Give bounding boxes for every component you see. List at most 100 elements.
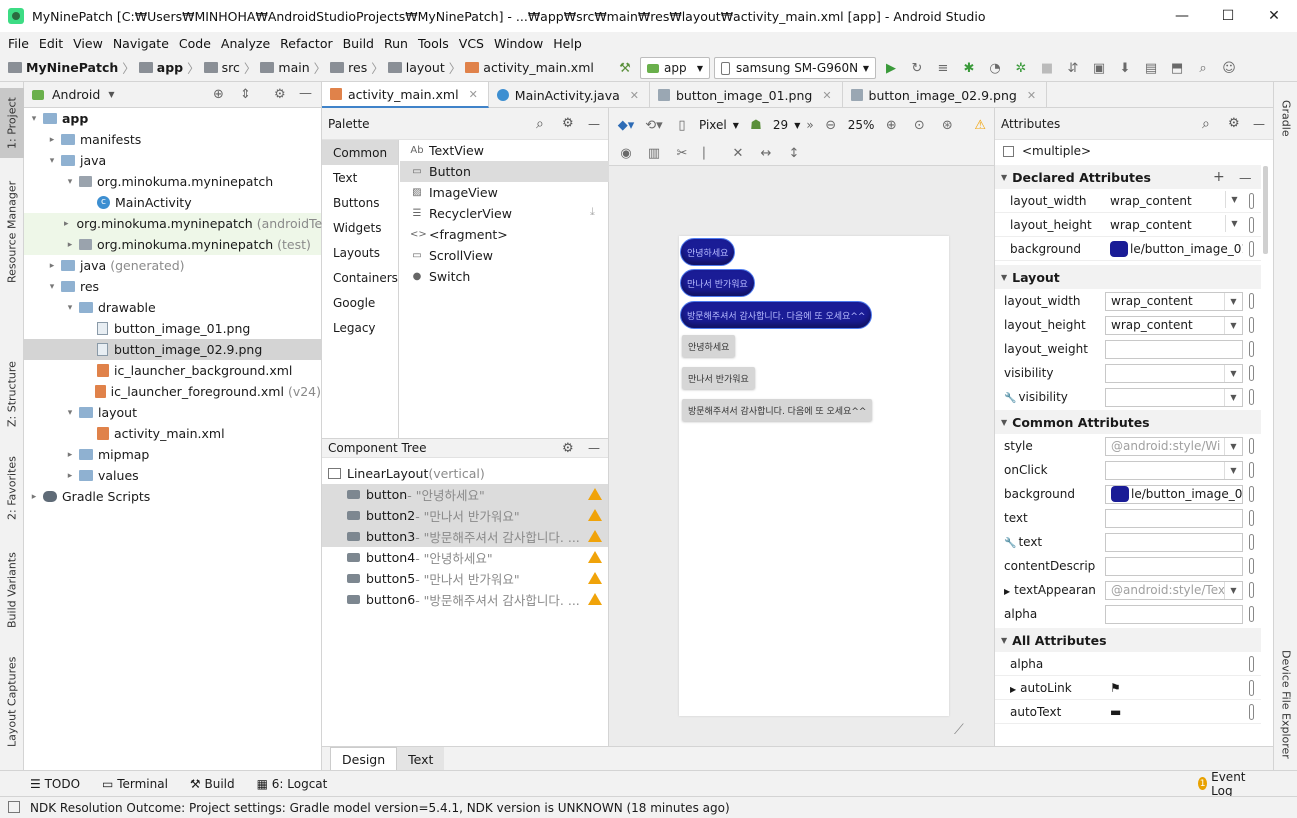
tree-item-button-image-02-9-png[interactable]: button_image_02.9.png (24, 339, 321, 360)
attr-value-field[interactable]: ▬ (1105, 702, 1243, 721)
palette-item-textview[interactable]: Ab TextView (400, 140, 609, 161)
tree-node-button5[interactable]: button5- "만나서 반가워요" (322, 568, 608, 589)
palette-category-widgets[interactable]: Widgets (322, 215, 398, 240)
resource-picker-icon[interactable] (1249, 317, 1254, 333)
breadcrumb-layout[interactable]: layout 〉 (387, 58, 461, 77)
hide-icon[interactable]: — (1253, 117, 1265, 131)
close-icon[interactable]: ✕ (1027, 89, 1036, 102)
device-icon[interactable]: ▯ (671, 114, 693, 136)
resource-picker-icon[interactable] (1249, 462, 1254, 478)
chevron-down-icon[interactable]: ▼ (1224, 292, 1242, 310)
tab-design[interactable]: Design (330, 747, 398, 771)
attr-value-field[interactable]: wrap_content ▼ (1105, 291, 1243, 311)
resource-picker-icon[interactable] (1249, 438, 1254, 454)
tree-item-layout[interactable]: ▾ layout (24, 402, 321, 423)
palette-category-text[interactable]: Text (322, 165, 398, 190)
section-layout[interactable]: ▼ Layout (995, 265, 1261, 289)
tree-root-linearlayout[interactable]: LinearLayout (vertical) (322, 463, 608, 484)
favorites-tab[interactable]: 2: Favorites (0, 448, 24, 528)
chevron-down-icon[interactable]: ▼ (1225, 215, 1243, 232)
preview-button-5[interactable]: 만나서 반가워요 (682, 367, 755, 389)
section-common-attributes[interactable]: ▼ Common Attributes (995, 410, 1261, 434)
menu-help[interactable]: Help (548, 36, 587, 51)
preview-button-6[interactable]: 방문해주셔서 감사합니다. 다음에 또 오세요^^ (682, 399, 873, 421)
event-log-tab[interactable]: 1 Event Log (1198, 770, 1275, 798)
hide-icon[interactable]: — (588, 441, 600, 455)
breadcrumb-main[interactable]: main 〉 (260, 58, 326, 77)
stop-icon[interactable]: ■ (1036, 57, 1058, 79)
palette-category-containers[interactable]: Containers (322, 265, 398, 290)
resource-picker-icon[interactable] (1249, 293, 1254, 309)
palette-item-fragment[interactable]: <> <fragment> (400, 224, 609, 245)
api-level-select[interactable]: 29 (773, 118, 788, 132)
hide-icon[interactable]: — (299, 86, 312, 101)
menu-window[interactable]: Window (489, 36, 548, 51)
chevron-down-icon[interactable]: ▼ (1224, 581, 1242, 599)
attr-value-field[interactable]: le/button_image_01 (1105, 239, 1243, 258)
close-icon[interactable]: ✕ (822, 89, 831, 102)
debug-icon[interactable]: ✱ (958, 57, 980, 79)
attr-value-field[interactable]: ▼ (1105, 460, 1243, 480)
chevron-down-icon[interactable]: ▼ (108, 90, 114, 99)
warning-icon[interactable]: ⚠ (974, 118, 986, 133)
attr-value-field[interactable]: wrap_content ▼ (1105, 315, 1243, 335)
menu-file[interactable]: File (3, 36, 34, 51)
gradle-tab[interactable]: Gradle (1274, 88, 1297, 148)
menu-view[interactable]: View (68, 36, 108, 51)
attr-value-field[interactable] (1105, 556, 1243, 576)
tree-item-values[interactable]: ▸ values (24, 465, 321, 486)
chevron-down-icon[interactable]: ▼ (1224, 437, 1242, 455)
collapse-arrow-icon[interactable]: ▸ (64, 240, 76, 250)
menu-vcs[interactable]: VCS (454, 36, 489, 51)
breadcrumb-myninepatch[interactable]: MyNinePatch 〉 (8, 58, 135, 77)
tree-node-button4[interactable]: button4- "안녕하세요" (322, 547, 608, 568)
attr-value-field[interactable]: wrap_content ▼ (1105, 215, 1243, 234)
tree-item-activity-main-xml[interactable]: activity_main.xml (24, 423, 321, 444)
tree-item-gradle-scripts[interactable]: ▸ Gradle Scripts (24, 486, 321, 507)
chevron-down-icon[interactable]: ▼ (1224, 364, 1242, 382)
download-icon[interactable]: ⤓ (590, 205, 595, 219)
warning-icon[interactable] (588, 572, 602, 584)
gear-icon[interactable]: ⚙ (1228, 116, 1240, 131)
collapse-arrow-icon[interactable]: ▼ (1001, 273, 1007, 282)
preview-button-2[interactable]: 만나서 반가워요 (680, 269, 755, 297)
expand-arrow-icon[interactable]: ▾ (64, 303, 76, 313)
tree-item-ic-launcher-foreground-xml[interactable]: ic_launcher_foreground.xml (v24) (24, 381, 321, 402)
account-icon[interactable]: ☺ (1218, 57, 1240, 79)
clear-constraints-icon[interactable]: ✕ (727, 142, 749, 164)
breadcrumb-src[interactable]: src 〉 (203, 58, 256, 77)
overflow-icon[interactable]: » (806, 118, 813, 132)
tab-mainactivity-java[interactable]: MainActivity.java ✕ (489, 82, 650, 108)
logcat-tab[interactable]: ▦ 6: Logcat (257, 777, 328, 791)
expand-arrow-icon[interactable]: ▾ (64, 408, 76, 418)
resource-picker-icon[interactable] (1249, 534, 1254, 550)
warning-icon[interactable] (588, 509, 602, 521)
attr-value-field[interactable] (1105, 604, 1243, 624)
preview-button-4[interactable]: 안녕하세요 (682, 335, 736, 357)
close-icon[interactable]: ✕ (630, 89, 639, 102)
breadcrumb-app[interactable]: app 〉 (138, 58, 200, 77)
resize-handle-icon[interactable]: ⟋ (954, 722, 972, 740)
collapse-arrow-icon[interactable]: ▸ (64, 471, 76, 481)
resource-picker-icon[interactable] (1249, 606, 1254, 622)
palette-category-google[interactable]: Google (322, 290, 398, 315)
menu-tools[interactable]: Tools (413, 36, 454, 51)
remove-icon[interactable]: — (1239, 170, 1252, 185)
palette-category-legacy[interactable]: Legacy (322, 315, 398, 340)
tree-item-drawable[interactable]: ▾ drawable (24, 297, 321, 318)
tab-button-image-01-png[interactable]: button_image_01.png ✕ (650, 82, 843, 108)
default-margins-icon[interactable]: ⎸ (699, 142, 721, 164)
todo-tab[interactable]: ☰ TODO (30, 777, 80, 791)
attach-debugger-icon[interactable]: ✲ (1010, 57, 1032, 79)
collapse-arrow-icon[interactable]: ▸ (46, 261, 58, 271)
warning-icon[interactable] (588, 488, 602, 500)
expand-arrow-icon[interactable]: ▾ (46, 156, 58, 166)
scrollbar[interactable] (1263, 166, 1268, 254)
warning-icon[interactable] (588, 593, 602, 605)
collapse-arrow-icon[interactable]: ▸ (64, 219, 69, 229)
palette-category-layouts[interactable]: Layouts (322, 240, 398, 265)
resource-picker-icon[interactable] (1249, 389, 1254, 405)
expand-arrow-icon[interactable]: ▾ (46, 282, 58, 292)
view-options-icon[interactable]: ▥ (643, 142, 665, 164)
device-preview-select[interactable]: Pixel (699, 118, 727, 132)
